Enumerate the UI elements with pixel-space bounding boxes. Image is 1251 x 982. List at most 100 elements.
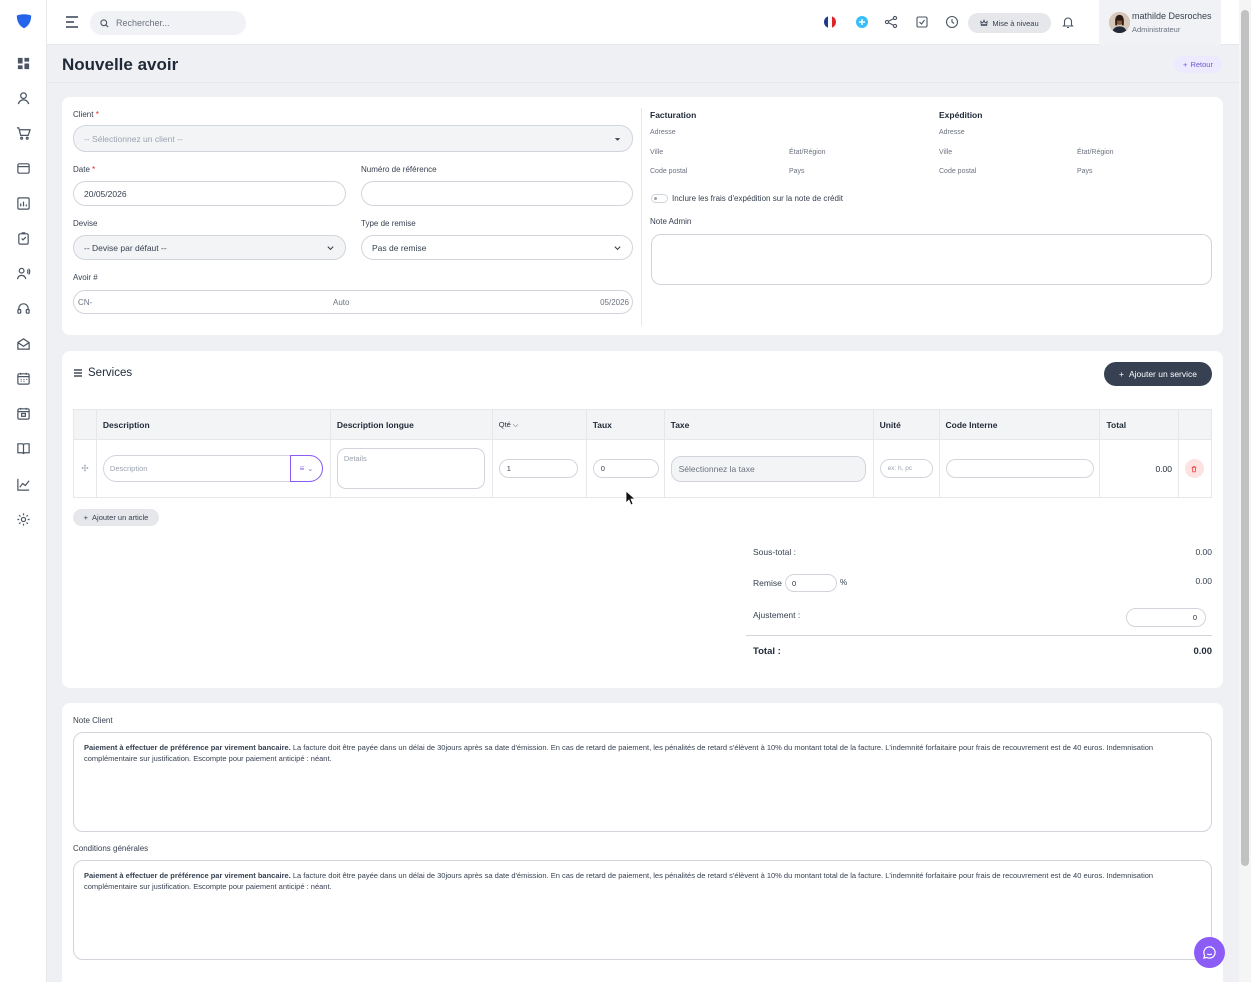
trash-icon [1192, 465, 1197, 472]
chevron-down-icon [614, 245, 621, 250]
calendar-icon[interactable] [16, 371, 31, 386]
col-qty[interactable]: Qté ⌵ [491, 409, 587, 440]
qty-input[interactable]: 1 [498, 459, 578, 478]
rate-input[interactable]: 0 [592, 459, 659, 478]
terms-textarea[interactable]: Paiement à effectuer de préférence par v… [73, 860, 1212, 960]
shipping-city: Ville [939, 149, 953, 156]
tax-select[interactable]: Sélectionnez la taxe [670, 455, 866, 482]
list-icon [74, 369, 82, 377]
client-note-bold: Paiement à effectuer de préférence par v… [84, 743, 291, 752]
add-service-button[interactable]: + Ajouter un service [1104, 362, 1212, 386]
chat-button[interactable] [1194, 937, 1225, 968]
drag-handle-cell[interactable] [73, 439, 97, 498]
date-input[interactable]: 20/05/2026 [73, 181, 346, 206]
plus-icon: + [83, 513, 89, 522]
currency-value: -- Devise par défaut -- [84, 242, 167, 253]
report-icon[interactable] [16, 196, 31, 211]
user-icon[interactable] [16, 91, 31, 106]
scrollbar-thumb[interactable] [1241, 10, 1249, 866]
delete-row-button[interactable] [1184, 459, 1204, 478]
currency-label: Devise [73, 219, 98, 228]
mail-open-icon[interactable] [16, 336, 31, 351]
shipping-address: Adresse [939, 129, 965, 136]
chevron-down-icon: ⌄ [307, 465, 314, 473]
book-icon[interactable] [16, 441, 31, 456]
discount-value: 0.00 [1195, 576, 1212, 586]
billing-zip: Code postal [650, 168, 688, 175]
dashboard-icon[interactable] [16, 56, 31, 71]
upgrade-button[interactable]: Mise à niveau [968, 13, 1051, 33]
billing-country: Pays [789, 168, 805, 175]
clock-icon[interactable] [945, 15, 959, 29]
item-picker-button[interactable]: ≡ ⌄ [289, 455, 323, 482]
back-button-label: Retour [1190, 60, 1213, 69]
team-icon[interactable] [16, 266, 31, 281]
back-button[interactable]: + Retour [1174, 56, 1222, 73]
description-cell: Description ≡ ⌄ [95, 439, 331, 498]
row-total: 0.00 [1099, 439, 1179, 498]
billing-city: Ville [650, 149, 664, 156]
wallet-icon[interactable] [16, 161, 31, 176]
total-label: Total : [753, 646, 781, 657]
description-input[interactable]: Description ≡ ⌄ [102, 455, 323, 482]
sidebar [0, 0, 47, 982]
client-select[interactable]: -- Sélectionnez un client -- [73, 125, 633, 152]
app-logo-icon[interactable] [15, 12, 33, 30]
chevron-down-icon [327, 245, 334, 250]
discount-label: Remise [753, 578, 782, 588]
share-icon[interactable] [884, 15, 898, 29]
adjustment-input[interactable]: 0 [1126, 608, 1206, 627]
unit-cell: ex: h, pc [872, 439, 940, 498]
shipping-country: Pays [1077, 168, 1093, 175]
client-label: Client * [73, 110, 99, 119]
reference-input[interactable] [361, 181, 633, 206]
headset-icon[interactable] [16, 301, 31, 316]
topbar: Rechercher... Mise à niveau mathilde Des… [47, 0, 1239, 45]
discount-type-value: Pas de remise [372, 242, 427, 253]
discount-type-select[interactable]: Pas de remise [361, 235, 633, 260]
credit-number-input[interactable]: CN- Auto 05/2026 [73, 290, 633, 314]
discount-type-label: Type de remise [361, 219, 416, 228]
discount-percent-unit: % [840, 578, 848, 587]
user-menu[interactable]: mathilde Desroches Administrateur [1099, 0, 1221, 45]
internal-code-input[interactable] [945, 459, 1094, 478]
filter-icon: ≡ [299, 464, 305, 473]
unit-input[interactable]: ex: h, pc [879, 459, 933, 478]
shipping-fees-toggle[interactable] [651, 194, 668, 203]
client-note-label: Note Client [73, 716, 113, 725]
terms-label: Conditions générales [73, 844, 149, 853]
billing-state: État/Région [789, 149, 826, 156]
add-item-button[interactable]: + Ajouter un article [73, 509, 159, 526]
mouse-cursor-icon [625, 490, 637, 506]
actions-cell [1177, 439, 1213, 498]
shipping-title: Expédition [939, 110, 983, 120]
credit-number-label: Avoir # [73, 273, 98, 282]
currency-select[interactable]: -- Devise par défaut -- [73, 235, 346, 260]
french-flag-icon[interactable] [823, 15, 837, 29]
caret-down-icon [614, 137, 621, 141]
settings-gear-icon[interactable] [16, 512, 31, 527]
search-input[interactable]: Rechercher... [90, 11, 246, 35]
details-textarea[interactable]: Details [336, 448, 485, 489]
trend-chart-icon[interactable] [16, 477, 31, 492]
add-item-label: Ajouter un article [92, 513, 149, 522]
calendar-event-icon[interactable] [16, 406, 31, 421]
drag-move-icon[interactable] [81, 464, 89, 472]
shipping-state: État/Région [1077, 149, 1114, 156]
clipboard-check-icon[interactable] [16, 231, 31, 246]
services-title: Services [88, 367, 133, 379]
admin-note-textarea[interactable] [651, 234, 1212, 285]
discount-input[interactable]: 0 [785, 574, 837, 592]
user-role: Administrateur [1132, 25, 1181, 34]
notification-bell-icon[interactable] [1061, 15, 1075, 29]
menu-toggle-icon[interactable] [65, 16, 79, 28]
task-checkbox-icon[interactable] [915, 15, 929, 29]
col-rate: Taux [585, 409, 665, 440]
table-header-row: Description Description longue Qté ⌵ Tau… [73, 409, 1213, 440]
client-note-textarea[interactable]: Paiement à effectuer de préférence par v… [73, 732, 1212, 832]
page-scrollbar[interactable] [1239, 0, 1251, 982]
billing-title: Facturation [650, 110, 697, 120]
cart-icon[interactable] [16, 126, 31, 141]
client-select-placeholder: -- Sélectionnez un client -- [84, 133, 183, 144]
add-circle-icon[interactable] [855, 15, 869, 29]
